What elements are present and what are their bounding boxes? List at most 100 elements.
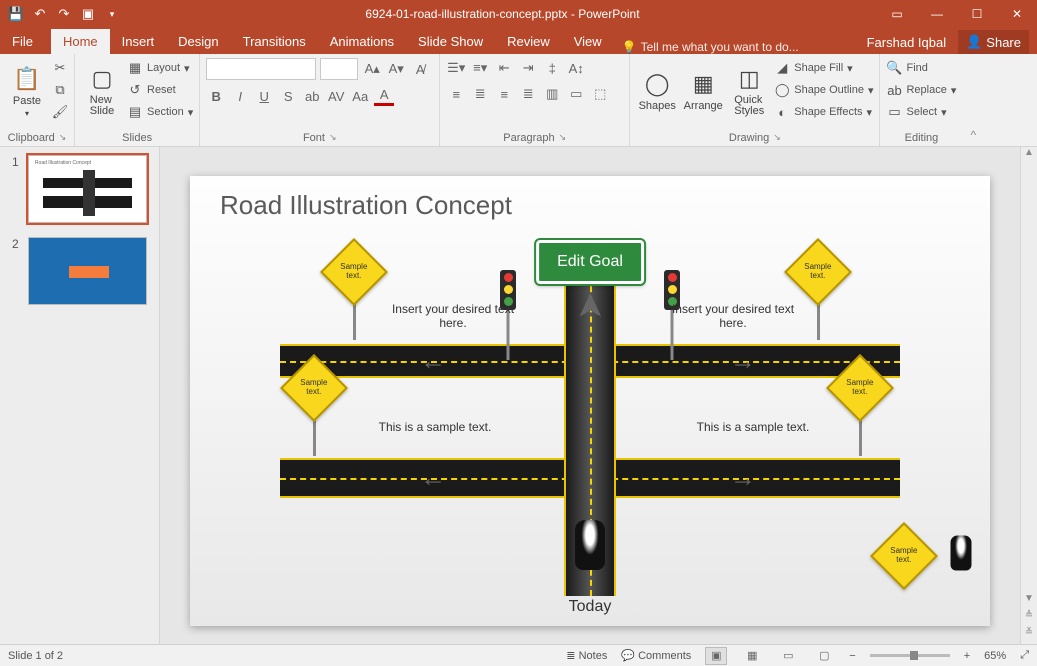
tab-home[interactable]: Home xyxy=(51,29,110,54)
maximize-button[interactable]: ☐ xyxy=(957,0,997,28)
justify-button[interactable]: ≣ xyxy=(518,84,538,104)
tab-transitions[interactable]: Transitions xyxy=(231,29,318,54)
callout-lower-right[interactable]: This is a sample text. xyxy=(668,420,838,434)
format-painter-button[interactable]: 🖌 xyxy=(52,102,68,122)
slide-thumbnail-1[interactable]: Road Illustration Concept xyxy=(28,155,147,223)
align-right-button[interactable]: ≡ xyxy=(494,84,514,104)
layout-button[interactable]: ▦Layout ▾ xyxy=(127,58,193,78)
numbering-button[interactable]: ≡▾ xyxy=(470,58,490,78)
close-button[interactable]: ✕ xyxy=(997,0,1037,28)
diamond-sign-3[interactable]: Sample text. xyxy=(290,364,338,456)
smartart-button[interactable]: ⬚ xyxy=(590,84,610,104)
italic-button[interactable]: I xyxy=(230,86,250,106)
copy-button[interactable]: ⧉ xyxy=(52,80,68,100)
replace-button[interactable]: abReplace ▾ xyxy=(886,80,956,100)
reset-button[interactable]: ↺Reset xyxy=(127,80,193,100)
zoom-out-button[interactable]: − xyxy=(849,650,855,662)
tab-file[interactable]: File xyxy=(0,29,45,54)
slide-canvas[interactable]: Road Illustration Concept ← ← ← ← ➤ Edit… xyxy=(190,176,990,626)
strikethrough-button[interactable]: S xyxy=(278,86,298,106)
zoom-slider[interactable] xyxy=(870,654,950,657)
tab-design[interactable]: Design xyxy=(166,29,230,54)
notes-button[interactable]: ≣ Notes xyxy=(566,649,607,662)
clear-formatting-icon[interactable]: A̸ xyxy=(410,59,430,79)
signed-in-user[interactable]: Farshad Iqbal xyxy=(867,35,947,50)
diamond-sign-2[interactable]: Sample text. xyxy=(794,248,842,340)
new-slide-button[interactable]: ▢New Slide xyxy=(81,58,123,124)
slide-thumbnail-2[interactable] xyxy=(28,237,147,305)
tab-animations[interactable]: Animations xyxy=(318,29,406,54)
redo-icon[interactable]: ↷ xyxy=(56,6,72,22)
slide-sorter-view-icon[interactable]: ▦ xyxy=(741,647,763,665)
scroll-down-icon[interactable]: ▼ xyxy=(1021,593,1037,610)
callout-upper-right[interactable]: Insert your desired text here. xyxy=(668,302,798,330)
comments-button[interactable]: 💬 Comments xyxy=(621,649,691,662)
minimize-button[interactable]: — xyxy=(917,0,957,28)
select-button[interactable]: ▭Select ▾ xyxy=(886,102,956,122)
section-button[interactable]: ▤Section ▾ xyxy=(127,102,193,122)
cut-button[interactable]: ✂ xyxy=(52,58,68,78)
shapes-button[interactable]: ◯Shapes xyxy=(636,58,678,124)
vertical-scrollbar[interactable]: ▲ ▼ ≜ ≚ xyxy=(1020,147,1037,644)
normal-view-icon[interactable]: ▣ xyxy=(705,647,727,665)
font-color-button[interactable]: A xyxy=(374,86,394,106)
qat-customize-icon[interactable]: ▾ xyxy=(104,6,120,22)
shape-fill-button[interactable]: ◢Shape Fill ▾ xyxy=(774,58,873,78)
text-direction-button[interactable]: A↕ xyxy=(566,58,586,78)
diamond-sign-legend[interactable]: Sample text. xyxy=(880,532,928,580)
fit-to-window-icon[interactable]: ⤢ xyxy=(1020,649,1029,662)
tab-slideshow[interactable]: Slide Show xyxy=(406,29,495,54)
scroll-up-icon[interactable]: ▲ xyxy=(1021,147,1037,164)
save-icon[interactable]: 💾 xyxy=(8,6,24,22)
start-from-beginning-icon[interactable]: ▣ xyxy=(80,6,96,22)
shape-outline-button[interactable]: ◯Shape Outline ▾ xyxy=(774,80,873,100)
tab-view[interactable]: View xyxy=(562,29,614,54)
previous-slide-icon[interactable]: ≜ xyxy=(1021,610,1037,627)
bold-button[interactable]: B xyxy=(206,86,226,106)
callout-upper-left[interactable]: Insert your desired text here. xyxy=(388,302,518,330)
ribbon-display-options-icon[interactable]: ▭ xyxy=(877,0,917,28)
bullets-button[interactable]: ☰▾ xyxy=(446,58,466,78)
goal-sign[interactable]: Edit Goal xyxy=(536,240,644,284)
tell-me-search[interactable]: 💡Tell me what you want to do... xyxy=(614,40,807,54)
font-name-combo[interactable] xyxy=(206,58,316,80)
car-shape-legend[interactable] xyxy=(951,535,972,570)
undo-icon[interactable]: ↶ xyxy=(32,6,48,22)
reading-view-icon[interactable]: ▭ xyxy=(777,647,799,665)
align-text-button[interactable]: ▭ xyxy=(566,84,586,104)
text-shadow-button[interactable]: ab xyxy=(302,86,322,106)
tab-review[interactable]: Review xyxy=(495,29,562,54)
paste-button[interactable]: 📋Paste▾ xyxy=(6,58,48,124)
increase-indent-button[interactable]: ⇥ xyxy=(518,58,538,78)
change-case-button[interactable]: Aa xyxy=(350,86,370,106)
find-button[interactable]: 🔍Find xyxy=(886,58,956,78)
collapse-ribbon-icon[interactable]: ^ xyxy=(962,54,984,146)
slide-editor[interactable]: Road Illustration Concept ← ← ← ← ➤ Edit… xyxy=(160,147,1020,644)
zoom-in-button[interactable]: + xyxy=(964,650,970,662)
clipboard-launcher-icon[interactable]: ↘ xyxy=(59,132,67,144)
callout-lower-left[interactable]: This is a sample text. xyxy=(350,420,520,434)
slideshow-view-icon[interactable]: ▢ xyxy=(813,647,835,665)
align-center-button[interactable]: ≣ xyxy=(470,84,490,104)
zoom-level[interactable]: 65% xyxy=(984,650,1006,662)
diamond-sign-1[interactable]: Sample text. xyxy=(330,248,378,340)
shape-effects-button[interactable]: ◐Shape Effects ▾ xyxy=(774,102,873,122)
next-slide-icon[interactable]: ≚ xyxy=(1021,627,1037,644)
line-spacing-button[interactable]: ‡ xyxy=(542,58,562,78)
shrink-font-icon[interactable]: A▾ xyxy=(386,59,406,79)
car-shape[interactable] xyxy=(575,520,605,570)
columns-button[interactable]: ▥ xyxy=(542,84,562,104)
today-label[interactable]: Today xyxy=(569,598,612,616)
quick-styles-button[interactable]: ◫Quick Styles xyxy=(728,58,770,124)
decrease-indent-button[interactable]: ⇤ xyxy=(494,58,514,78)
arrange-button[interactable]: ▦Arrange xyxy=(682,58,724,124)
slide-title[interactable]: Road Illustration Concept xyxy=(220,190,512,221)
grow-font-icon[interactable]: A▴ xyxy=(362,59,382,79)
underline-button[interactable]: U xyxy=(254,86,274,106)
font-launcher-icon[interactable]: ↘ xyxy=(329,132,337,144)
share-button[interactable]: 👤Share xyxy=(958,30,1029,54)
character-spacing-button[interactable]: AV xyxy=(326,86,346,106)
paragraph-launcher-icon[interactable]: ↘ xyxy=(559,132,567,144)
tab-insert[interactable]: Insert xyxy=(110,29,167,54)
slide-counter[interactable]: Slide 1 of 2 xyxy=(8,650,63,662)
